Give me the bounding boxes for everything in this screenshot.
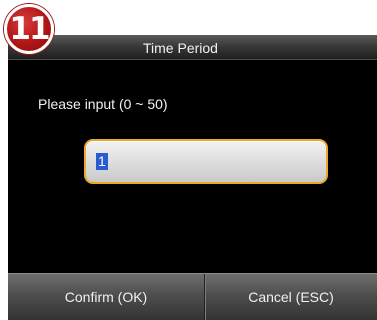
title-bar: Time Period [8,35,377,60]
time-period-input[interactable]: 1 [84,139,328,184]
device-screen: Time Period Please input (0 ~ 50) 1 Conf… [8,35,377,320]
button-bar: Confirm (OK) Cancel (ESC) [8,273,377,320]
input-prompt-label: Please input (0 ~ 50) [38,96,168,112]
input-value-selected[interactable]: 1 [96,153,108,170]
step-number-badge: 11 [4,4,54,54]
confirm-button[interactable]: Confirm (OK) [8,274,204,320]
dialog-title: Time Period [143,40,218,56]
cancel-button[interactable]: Cancel (ESC) [204,274,377,320]
